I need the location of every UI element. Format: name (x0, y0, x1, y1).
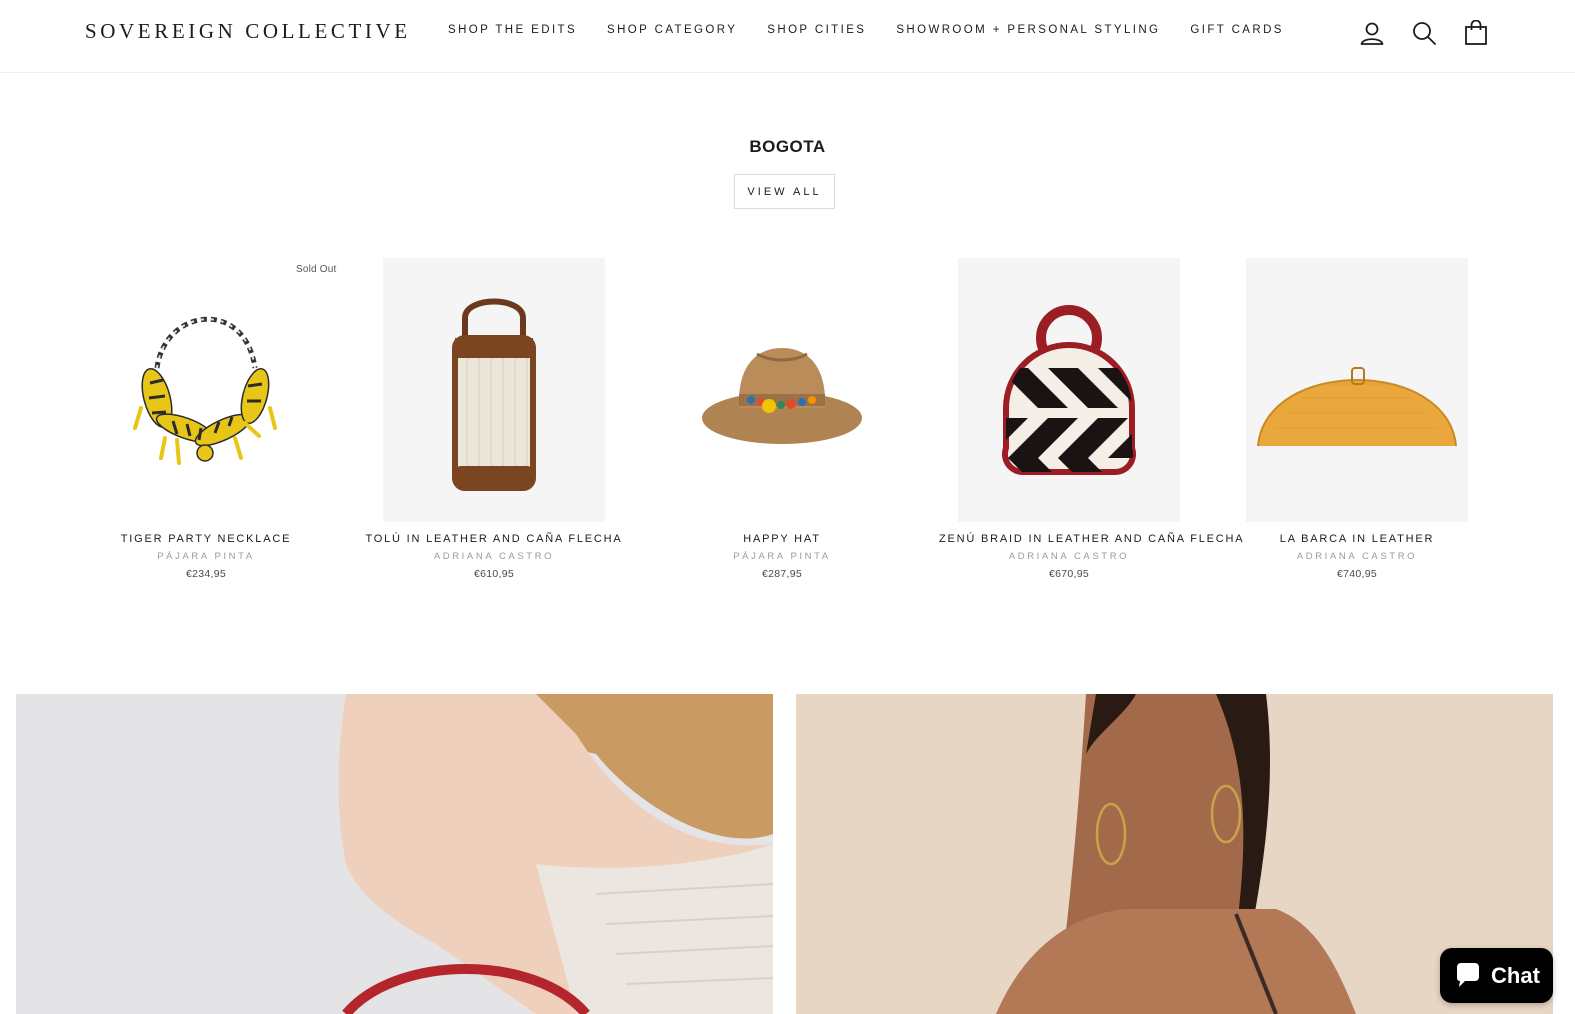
product-price: €670,95 (1048, 568, 1090, 580)
chat-button[interactable]: Chat (1440, 948, 1553, 1003)
product-card[interactable]: TOLÚ IN LEATHER AND CAÑA FLECHA ADRIANA … (364, 258, 624, 580)
main-nav: SHOP THE EDITS SHOP CATEGORY SHOP CITIES… (448, 24, 1314, 36)
product-title[interactable]: LA BARCA IN LEATHER (1227, 533, 1487, 545)
nav-item-shop-category[interactable]: SHOP CATEGORY (607, 24, 737, 36)
product-title[interactable]: TOLÚ IN LEATHER AND CAÑA FLECHA (364, 533, 624, 545)
header-actions (1358, 19, 1490, 47)
product-price: €610,95 (473, 568, 515, 580)
hat-image[interactable] (671, 258, 893, 522)
product-price: €287,95 (761, 568, 803, 580)
product-price: €234,95 (185, 568, 227, 580)
product-card[interactable]: HAPPY HAT PÁJARA PINTA €287,95 (652, 258, 912, 580)
view-all-button[interactable]: VIEW ALL (734, 174, 835, 209)
promo-banner-left[interactable] (16, 694, 773, 1014)
product-card[interactable]: LA BARCA IN LEATHER ADRIANA CASTRO €740,… (1227, 258, 1487, 580)
product-title[interactable]: HAPPY HAT (652, 533, 912, 545)
site-logo[interactable]: SOVEREIGN COLLECTIVE (85, 19, 411, 44)
nav-item-showroom-personal-styling[interactable]: SHOWROOM + PERSONAL STYLING (896, 24, 1160, 36)
account-icon[interactable] (1358, 19, 1386, 47)
sold-out-badge: Sold Out (296, 264, 337, 275)
product-vendor: ADRIANA CASTRO (1008, 551, 1130, 562)
chat-label: Chat (1491, 962, 1540, 988)
cart-icon[interactable] (1462, 19, 1490, 47)
product-vendor: ADRIANA CASTRO (433, 551, 555, 562)
product-price: €740,95 (1336, 568, 1378, 580)
product-vendor: PÁJARA PINTA (733, 551, 831, 562)
site-header: SOVEREIGN COLLECTIVE SHOP THE EDITS SHOP… (0, 0, 1575, 73)
bucket-bag-image[interactable] (383, 258, 605, 522)
search-icon[interactable] (1410, 19, 1438, 47)
chat-bubble-icon (1457, 962, 1480, 987)
collection-title: BOGOTA (749, 137, 826, 156)
round-bag-image[interactable] (958, 258, 1180, 522)
product-title[interactable]: TIGER PARTY NECKLACE (76, 533, 336, 545)
product-card[interactable]: ZENÚ BRAID IN LEATHER AND CAÑA FLECHA AD… (939, 258, 1243, 580)
necklace-image[interactable] (95, 258, 317, 522)
product-card[interactable]: TIGER PARTY NECKLACE PÁJARA PINTA €234,9… (76, 258, 336, 580)
nav-item-shop-the-edits[interactable]: SHOP THE EDITS (448, 24, 577, 36)
product-vendor: ADRIANA CASTRO (1296, 551, 1418, 562)
product-title[interactable]: ZENÚ BRAID IN LEATHER AND CAÑA FLECHA (939, 533, 1243, 545)
nav-item-gift-cards[interactable]: GIFT CARDS (1190, 24, 1283, 36)
half-moon-clutch-image[interactable] (1246, 258, 1468, 522)
nav-item-shop-cities[interactable]: SHOP CITIES (767, 24, 866, 36)
product-vendor: PÁJARA PINTA (157, 551, 255, 562)
